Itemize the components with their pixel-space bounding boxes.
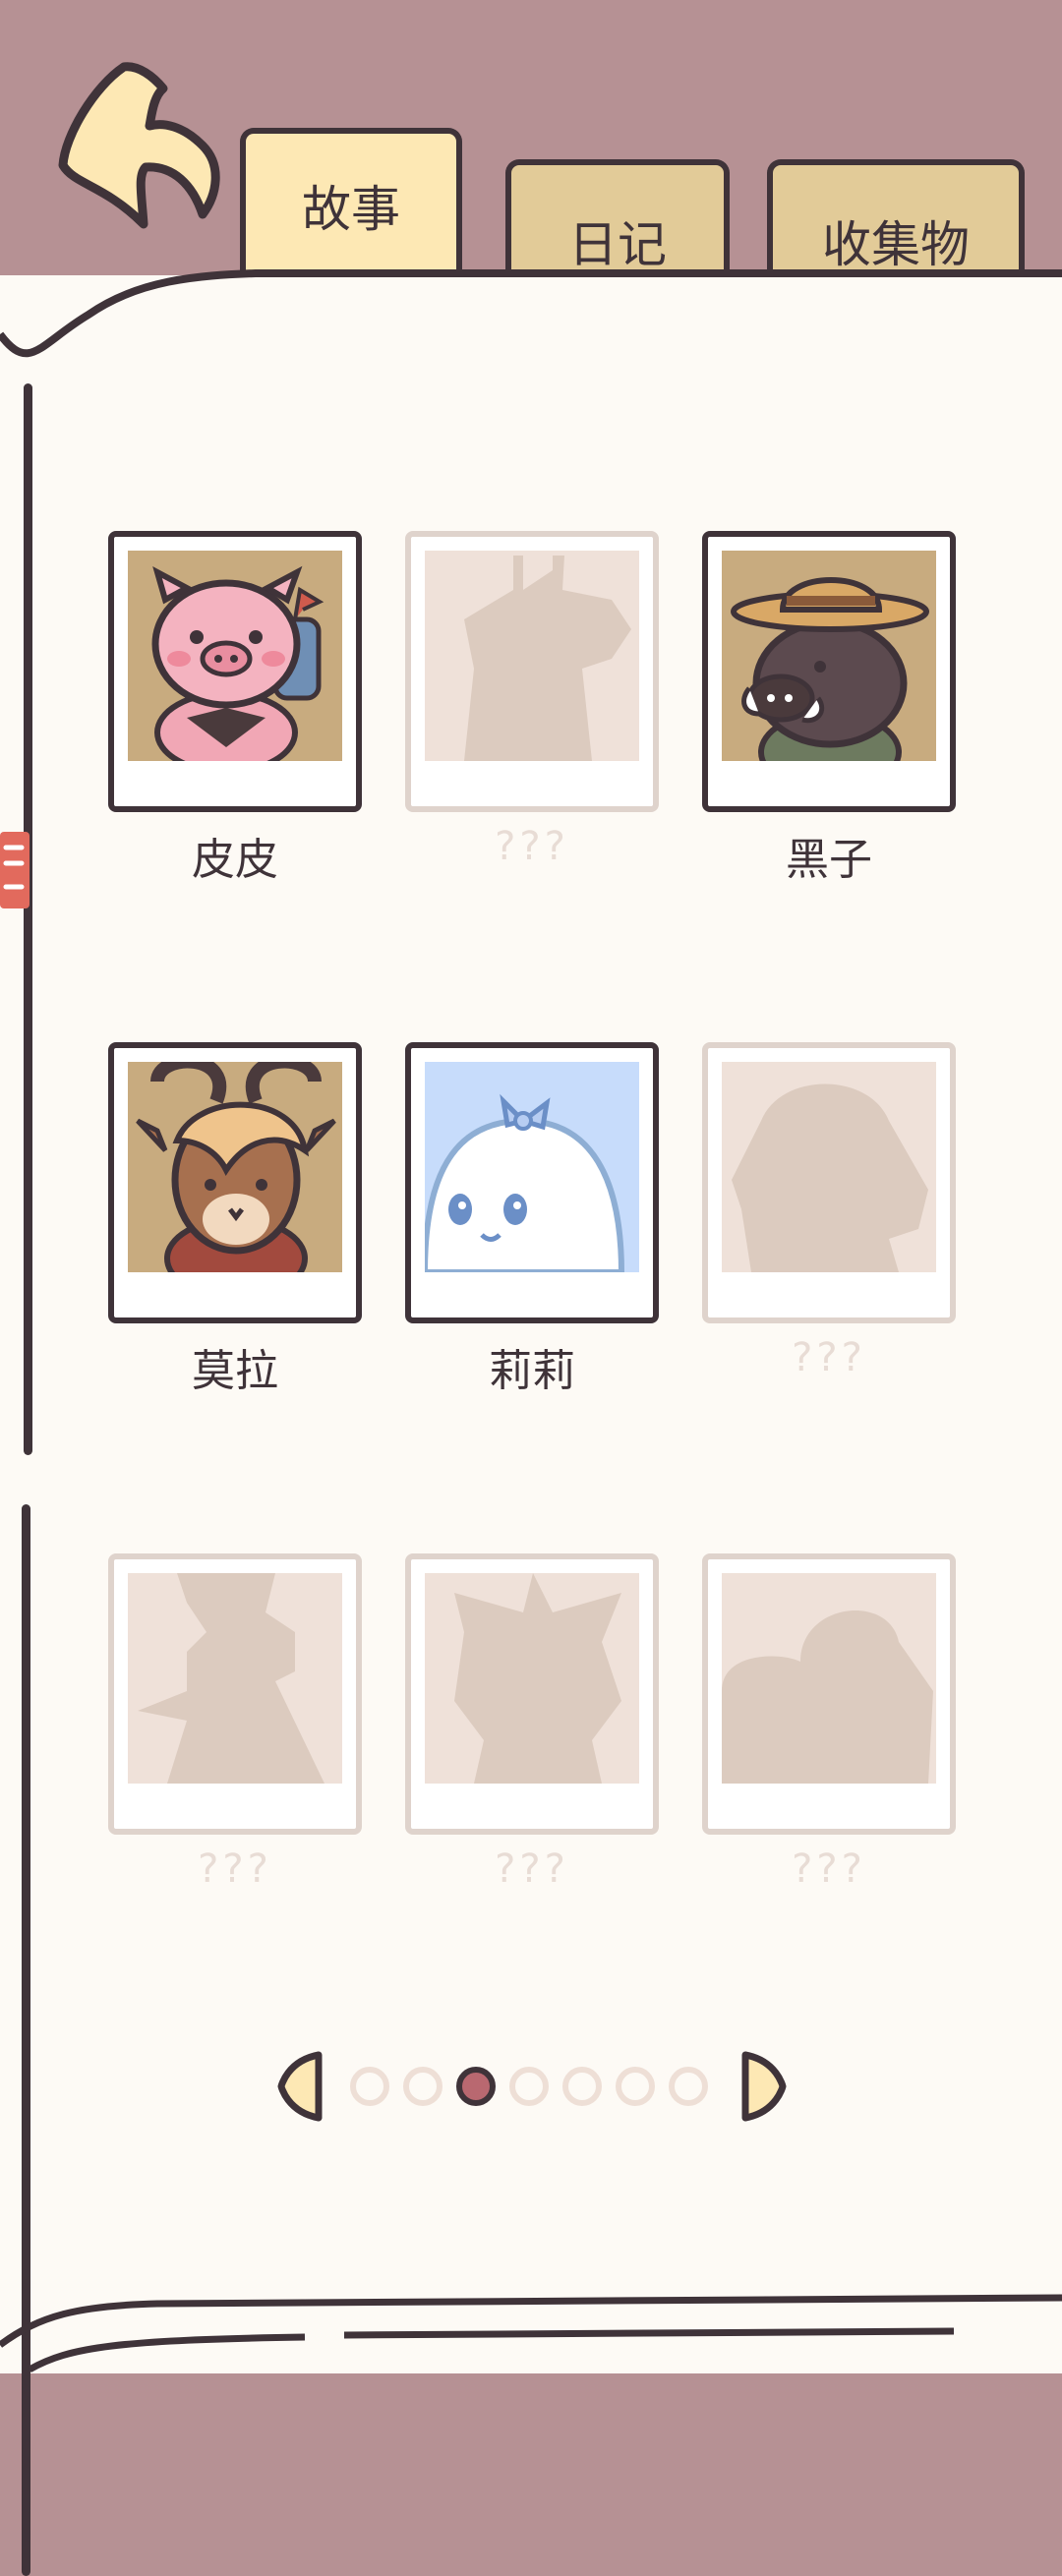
spine-line-lower: [22, 1504, 30, 2576]
tab-collectibles[interactable]: 收集物: [767, 159, 1025, 277]
figure-with-hat-silhouette-icon: [128, 1573, 342, 1784]
red-bookmark-icon[interactable]: [0, 832, 35, 910]
tab-story[interactable]: 故事: [240, 128, 462, 277]
spine-line-upper: [24, 383, 32, 1455]
dog-silhouette-icon: [722, 1062, 936, 1272]
round-creature-silhouette-icon: [722, 1573, 936, 1784]
page-dot[interactable]: [669, 2067, 708, 2106]
character-card[interactable]: [405, 1553, 659, 1835]
white-ghost-bow-icon: [425, 1062, 639, 1272]
page-dot[interactable]: [403, 2067, 442, 2106]
page-dot[interactable]: [509, 2067, 549, 2106]
boar-straw-hat-icon: [722, 551, 936, 761]
page-top-curve: [0, 269, 1062, 364]
prev-page-icon[interactable]: [277, 2051, 324, 2122]
page-dot[interactable]: [456, 2067, 496, 2106]
character-name: ???: [792, 1335, 866, 1380]
pink-pig-backpack-icon: [128, 551, 342, 761]
bow-girl-silhouette-icon: [425, 1573, 639, 1784]
character-name: ???: [198, 1846, 272, 1892]
giraffe-silhouette-icon: [425, 551, 639, 761]
character-name: 莉莉: [489, 1346, 575, 1396]
page-dot[interactable]: [616, 2067, 655, 2106]
tab-story-label: 故事: [302, 181, 400, 238]
character-name: ???: [495, 824, 569, 869]
character-name: ???: [792, 1846, 866, 1892]
next-page-icon[interactable]: [739, 2051, 787, 2122]
character-name: 莫拉: [192, 1346, 278, 1396]
character-card[interactable]: [702, 531, 956, 812]
character-card[interactable]: [108, 1553, 362, 1835]
character-card[interactable]: [405, 531, 659, 812]
character-card[interactable]: [108, 531, 362, 812]
page-dot[interactable]: [350, 2067, 389, 2106]
page-bottom-lines: [0, 2294, 1062, 2373]
character-name: 黑子: [786, 835, 872, 885]
back-arrow-icon[interactable]: [55, 57, 242, 234]
character-card[interactable]: [405, 1042, 659, 1323]
character-name: 皮皮: [192, 835, 278, 885]
page-dot[interactable]: [562, 2067, 602, 2106]
tab-diary[interactable]: 日记: [505, 159, 730, 277]
character-card[interactable]: [702, 1553, 956, 1835]
antelope-horns-icon: [128, 1062, 342, 1272]
character-card[interactable]: [702, 1042, 956, 1323]
character-name: ???: [495, 1846, 569, 1892]
character-card[interactable]: [108, 1042, 362, 1323]
